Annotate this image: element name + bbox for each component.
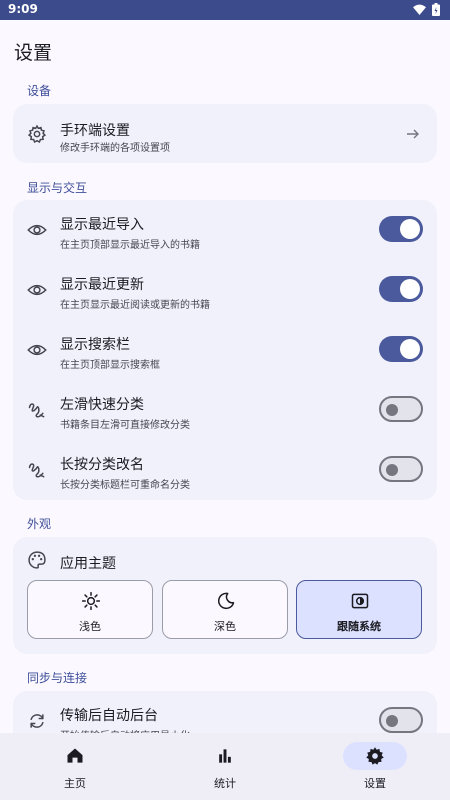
bar-chart-icon: [219, 749, 231, 763]
toggle-switch[interactable]: [379, 276, 423, 302]
setting-title: 左滑快速分类: [60, 397, 144, 413]
setting-title: 显示最近更新: [60, 277, 144, 293]
setting-row-search-bar[interactable]: 显示搜索栏 在主页顶部显示搜索框: [13, 320, 437, 380]
nav-label: 设置: [364, 777, 386, 790]
setting-subtitle: 长按分类标题栏可重命名分类: [60, 480, 190, 491]
band-settings-subtitle: 修改手环端的各项设置项: [60, 143, 170, 154]
toggle-knob: [386, 715, 398, 727]
toggle-knob: [386, 464, 398, 476]
theme-option-label: 深色: [214, 620, 236, 633]
setting-row-recent-imports[interactable]: 显示最近导入 在主页顶部显示最近导入的书籍: [13, 200, 437, 260]
sync-icon: [30, 714, 44, 728]
eye-icon: [27, 224, 47, 236]
section-header-sync: 同步与连接: [27, 671, 88, 685]
sun-icon: [81, 591, 101, 611]
theme-option-label: 浅色: [79, 620, 101, 633]
palette-icon: [28, 551, 46, 569]
theme-option-system[interactable]: 跟随系统: [296, 580, 422, 639]
moon-icon: [217, 592, 235, 610]
gesture-icon: [28, 463, 45, 478]
band-settings-row[interactable]: 手环端设置 修改手环端的各项设置项: [13, 104, 437, 164]
toggle-switch[interactable]: [379, 456, 423, 482]
gear-icon: [27, 124, 47, 144]
setting-title: 显示最近导入: [60, 217, 144, 233]
display-card: 显示最近导入 在主页顶部显示最近导入的书籍 显示最近更新 在主页显示最近阅读或更…: [13, 200, 437, 500]
section-header-appearance: 外观: [27, 517, 52, 531]
nav-label: 统计: [214, 777, 236, 790]
toggle-switch[interactable]: [379, 396, 423, 422]
gesture-icon: [28, 403, 45, 418]
section-header-device: 设备: [27, 84, 52, 98]
setting-title: 显示搜索栏: [60, 337, 130, 353]
eye-icon: [27, 344, 47, 356]
nav-item-home[interactable]: 主页: [0, 733, 150, 800]
setting-row-long-press-rename[interactable]: 长按分类改名 长按分类标题栏可重命名分类: [13, 440, 437, 500]
theme-option-light[interactable]: 浅色: [27, 580, 153, 639]
setting-subtitle: 在主页顶部显示最近导入的书籍: [60, 240, 200, 251]
status-bar: 9:09: [0, 0, 450, 20]
eye-icon: [27, 284, 47, 296]
toggle-knob: [400, 219, 420, 239]
setting-title: 传输后自动后台: [60, 708, 158, 724]
setting-subtitle: 在主页顶部显示搜索框: [60, 360, 160, 371]
toggle-knob: [400, 279, 420, 299]
nav-item-settings[interactable]: 设置: [300, 733, 450, 800]
page-title: 设置: [14, 42, 53, 64]
toggle-switch[interactable]: [379, 216, 423, 242]
theme-option-label: 跟随系统: [337, 620, 381, 633]
setting-title: 长按分类改名: [60, 457, 144, 473]
gear-icon: [366, 747, 384, 765]
toggle-knob: [400, 339, 420, 359]
home-icon: [67, 748, 83, 763]
band-settings-title: 手环端设置: [60, 123, 130, 139]
device-card: 手环端设置 修改手环端的各项设置项: [13, 104, 437, 163]
setting-subtitle: 书籍条目左滑可直接修改分类: [60, 420, 190, 431]
section-header-display: 显示与交互: [27, 181, 88, 195]
status-time: 9:09: [8, 2, 38, 16]
setting-row-recent-updates[interactable]: 显示最近更新 在主页显示最近阅读或更新的书籍: [13, 260, 437, 320]
theme-option-dark[interactable]: 深色: [162, 580, 288, 639]
battery-icon: [432, 3, 440, 16]
brightness-auto-icon: [351, 593, 369, 609]
wifi-icon: [413, 4, 426, 15]
nav-item-stats[interactable]: 统计: [150, 733, 300, 800]
toggle-switch[interactable]: [379, 336, 423, 362]
appearance-card: 应用主题 浅色 深色 跟随系统: [13, 537, 437, 654]
arrow-right-icon: [407, 129, 419, 139]
nav-label: 主页: [64, 777, 86, 790]
toggle-switch[interactable]: [379, 707, 423, 733]
setting-subtitle: 在主页显示最近阅读或更新的书籍: [60, 300, 210, 311]
toggle-knob: [386, 404, 398, 416]
bottom-navigation: 主页 统计 设置: [0, 733, 450, 800]
theme-title: 应用主题: [60, 556, 116, 572]
setting-row-swipe-classify[interactable]: 左滑快速分类 书籍条目左滑可直接修改分类: [13, 380, 437, 440]
